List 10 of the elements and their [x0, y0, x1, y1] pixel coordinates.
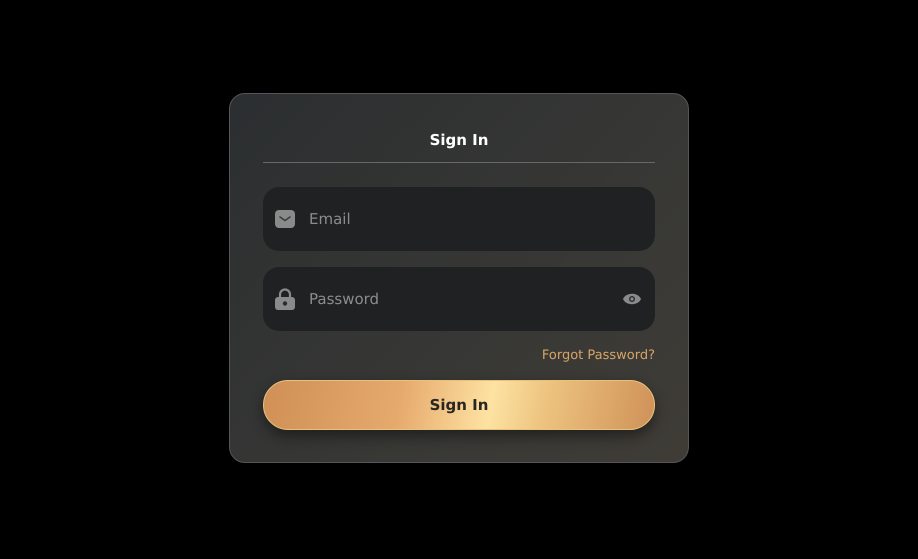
text-input[interactable]: Email: [307, 209, 643, 229]
eye-icon[interactable]: [623, 292, 641, 306]
form-title: Sign In: [428, 130, 490, 150]
text-input[interactable]: Password: [307, 289, 611, 309]
input-field[interactable]: Password: [263, 267, 655, 331]
forgot-password-link[interactable]: Forgot Password?: [542, 347, 655, 365]
lock-icon: [275, 288, 295, 310]
sign-in-button[interactable]: Sign In: [263, 380, 655, 430]
envelope-icon: [275, 209, 295, 229]
input-field[interactable]: Email: [263, 187, 655, 251]
